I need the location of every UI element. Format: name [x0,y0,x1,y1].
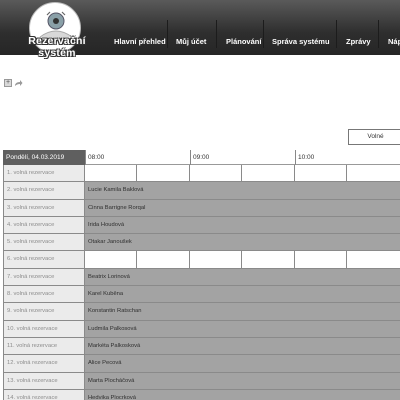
free-slot[interactable] [295,165,347,182]
resource-link[interactable]: 14. volná rezervace [3,389,85,400]
time-header: 08:00 [85,150,190,165]
free-slots [85,251,400,268]
schedule-row: 13. volná rezervace Marta Plocháčová [3,372,400,390]
free-slot[interactable] [190,165,242,182]
reservation-block[interactable]: Karel Kuběna [85,286,400,303]
app-logo[interactable]: Rezervační systém [10,2,104,59]
free-slot[interactable] [347,251,400,267]
free-slot[interactable] [242,251,295,268]
schedule-row: 7. volná rezervace Beatrix Lorinová [3,268,400,287]
schedule-row: 1. volná rezervace [3,165,400,183]
free-slot[interactable] [190,251,242,268]
resource-link[interactable]: 1. volná rezervace [3,165,85,182]
schedule-header: Pondělí, 04.03.2019 08:00 09:00 10:00 [3,150,400,165]
free-slot[interactable] [85,165,137,182]
nav-item-reports[interactable]: Zprávy [337,0,378,55]
reservation-block[interactable]: Hedvika Plocrková [85,389,400,400]
resource-link[interactable]: 8. volná rezervace [3,286,85,303]
top-navigation-bar: Rezervační systém Hlavní přehled Můj úče… [0,0,400,59]
time-header: 09:00 [190,150,295,165]
free-slot[interactable] [295,251,347,268]
resource-link[interactable]: 7. volná rezervace [3,268,85,286]
schedule-row: 8. volná rezervace Karel Kuběna [3,286,400,304]
resource-link[interactable]: 9. volná rezervace [3,303,85,320]
schedule-row: 11. volná rezervace Markéta Palkosková [3,337,400,356]
resource-link[interactable]: 6. volná rezervace [3,251,85,268]
schedule-row: 3. volná rezervace Cinna Barrigne Rorqal [3,199,400,217]
reservation-block[interactable]: Otakar Janoušek [85,234,400,251]
reservation-block[interactable]: Beatrix Lorinová [85,268,400,286]
resource-link[interactable]: 2. volná rezervace [3,182,85,199]
logo-text: Rezervační systém [28,35,86,59]
reservation-block[interactable]: Cinna Barrigne Rorqal [85,199,400,216]
free-slot[interactable] [347,165,400,181]
schedule-row: 4. volná rezervace Irida Houdová [3,216,400,235]
schedule-row: 6. volná rezervace [3,251,400,269]
free-slot[interactable] [242,165,295,182]
resource-link[interactable]: 13. volná rezervace [3,372,85,389]
nav-item-system-admin[interactable]: Správa systému [264,0,336,55]
reservation-block[interactable]: Marta Plocháčová [85,372,400,389]
reservation-block[interactable]: Markéta Palkosková [85,337,400,355]
nav-item-overview[interactable]: Hlavní přehled [105,0,167,55]
date-label: Pondělí, 04.03.2019 [3,150,85,165]
reservation-block[interactable]: Irida Houdová [85,216,400,234]
nav-item-help[interactable]: Nápo [379,0,400,55]
schedule-row: 5. volná rezervace Otakar Janoušek [3,234,400,252]
resource-link[interactable]: 5. volná rezervace [3,234,85,251]
add-icon[interactable]: + [4,79,12,87]
reservation-block[interactable]: Ludmila Palkosová [85,320,400,337]
nav-item-my-account[interactable]: Můj účet [168,0,216,55]
reservation-block[interactable]: Konstantin Ratschan [85,303,400,320]
reservation-block[interactable]: Alice Pecová [85,355,400,372]
schedule-row: 2. volná rezervace Lucie Kamila Baklová [3,182,400,200]
schedule-row: 12. volná rezervace Alice Pecová [3,355,400,373]
free-slot[interactable] [85,251,137,268]
free-slot[interactable] [137,165,190,182]
legend-free: Volné [348,129,400,145]
free-slot[interactable] [137,251,190,268]
resource-link[interactable]: 11. volná rezervace [3,337,85,355]
share-icon[interactable] [14,79,23,87]
resource-link[interactable]: 12. volná rezervace [3,355,85,372]
main-menu: Hlavní přehled Můj účet Plánování Správa… [105,0,400,55]
schedule-row: 9. volná rezervace Konstantin Ratschan [3,303,400,321]
resource-link[interactable]: 3. volná rezervace [3,199,85,216]
schedule-row: 10. volná rezervace Ludmila Palkosová [3,320,400,338]
nav-item-planning[interactable]: Plánování [217,0,263,55]
free-slots [85,165,400,182]
toolbar: + [4,79,23,88]
schedule-row: 14. volná rezervace Hedvika Plocrková [3,389,400,400]
schedule-grid: Pondělí, 04.03.2019 08:00 09:00 10:00 1.… [3,150,400,400]
reservation-block[interactable]: Lucie Kamila Baklová [85,182,400,199]
resource-link[interactable]: 10. volná rezervace [3,320,85,337]
time-header: 10:00 [295,150,400,165]
resource-link[interactable]: 4. volná rezervace [3,216,85,234]
